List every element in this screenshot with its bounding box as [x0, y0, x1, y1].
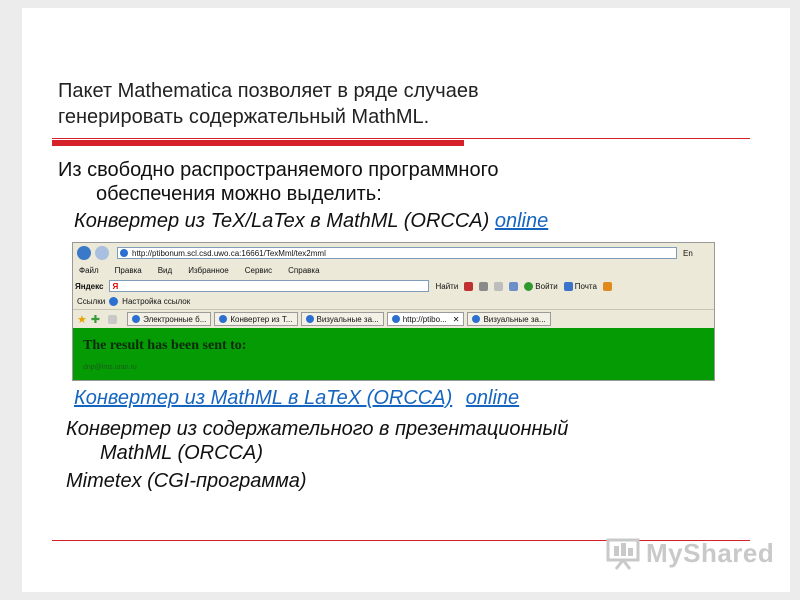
result-message: The result has been sent to: — [83, 338, 247, 353]
menu-help[interactable]: Справка — [288, 266, 319, 275]
tab-bar: ★ ✚ Электронные б... Конвертер из T... В… — [73, 309, 714, 328]
list-item-tex-converter: Конвертер из TeX/LaTex в MathML (ORCCA) … — [74, 209, 548, 233]
yandex-label: Яндекс — [75, 281, 104, 291]
menu-tools[interactable]: Сервис — [245, 266, 272, 275]
tab-4-label: http://ptibo... — [402, 314, 447, 324]
address-field[interactable]: http://ptibonum.scl.csd.uwo.ca:16661/Tex… — [117, 247, 677, 259]
yandex-toolbar: Яндекс Я Найти Войти Почта — [73, 278, 714, 294]
ie-tab-icon — [472, 315, 481, 323]
ie-tab-icon — [391, 315, 400, 323]
tab-5-label: Визуальные за... — [483, 314, 546, 324]
intro-line-2: обеспечения можно выделить: — [96, 183, 382, 205]
language-indicator[interactable]: En — [683, 249, 693, 258]
ie-tab-icon — [305, 315, 314, 323]
tab-grid-icon[interactable] — [108, 314, 118, 324]
item3-line-2: MathML (ORCCA) — [100, 442, 263, 464]
page-content: The result has been sent to: dnp@ims.ura… — [73, 328, 714, 380]
ie-tab-icon — [132, 315, 141, 323]
slide-frame-right — [790, 0, 800, 600]
login-icon — [524, 281, 534, 291]
slide-frame-top — [0, 0, 800, 8]
list-item-mathml-to-latex: Конвертер из MathML в LaTeX (ORCCA) onli… — [74, 386, 519, 410]
slide-title: Пакет Mathematica позволяет в ряде случа… — [58, 78, 479, 130]
ie-icon — [109, 296, 119, 306]
menu-favorites[interactable]: Избранное — [188, 266, 229, 275]
list-item-mimetex: Mimetex (CGI-программа) — [66, 469, 307, 493]
chat-icon[interactable] — [494, 281, 504, 291]
menu-bar: Файл Правка Вид Избранное Сервис Справка — [73, 263, 714, 277]
yandex-mail-button[interactable]: Почта — [575, 282, 597, 291]
address-text: http://ptibonum.scl.csd.uwo.ca:16661/Tex… — [132, 248, 326, 258]
tab-3-label: Визуальные за... — [316, 314, 379, 324]
back-button[interactable] — [77, 246, 91, 260]
tab-3[interactable]: Визуальные за... — [300, 312, 384, 326]
yandex-input-value: Я — [112, 281, 119, 291]
intro-text: Из свободно распространяемого программно… — [58, 158, 499, 206]
tab-1[interactable]: Электронные б... — [127, 312, 212, 326]
tab-5[interactable]: Визуальные за... — [467, 312, 551, 326]
yandex-find-button[interactable]: Найти — [435, 282, 458, 291]
tab-2[interactable]: Конвертер из T... — [214, 312, 298, 326]
mail-icon — [563, 281, 573, 291]
tool-icon[interactable] — [602, 281, 612, 291]
item1-online-link[interactable]: online — [495, 210, 548, 232]
forward-button[interactable] — [95, 246, 109, 260]
ie-tab-icon — [219, 315, 228, 323]
logo-text: MyShared — [646, 537, 775, 568]
close-tab-icon[interactable]: ✕ — [453, 315, 460, 324]
menu-view[interactable]: Вид — [158, 266, 172, 275]
result-email: dnp@ims.uran.ru — [83, 364, 137, 371]
item1-label: Конвертер из TeX/LaTex в MathML (ORCCA) — [74, 210, 490, 232]
intro-line-1: Из свободно распространяемого программно… — [58, 159, 499, 181]
page-icon — [120, 249, 128, 257]
slide-frame-left — [0, 0, 22, 600]
item2-online-link[interactable]: online — [466, 387, 519, 409]
item2-converter-link[interactable]: Конвертер из MathML в LaTeX (ORCCA) — [74, 387, 452, 409]
title-accent-bar — [52, 140, 464, 146]
yandex-login-button[interactable]: Войти — [535, 282, 557, 291]
menu-edit[interactable]: Правка — [115, 266, 142, 275]
add-favorite-icon[interactable]: ✚ — [91, 313, 100, 326]
links-bar: Ссылки Настройка ссылок — [73, 295, 714, 307]
item4-label: Mimetex (CGI-программа) — [66, 470, 307, 492]
signal-icon[interactable] — [479, 281, 489, 291]
links-setup-link[interactable]: Настройка ссылок — [122, 297, 190, 306]
slide-frame-bottom — [0, 592, 800, 600]
list-item-content-to-presentation: Конвертер из содержательного в презентац… — [66, 417, 568, 465]
item3-line-1: Конвертер из содержательного в презентац… — [66, 418, 569, 440]
myshared-logo: MyShared — [606, 536, 774, 570]
tab-1-label: Электронные б... — [143, 314, 207, 324]
favorites-star-icon[interactable]: ★ — [77, 313, 87, 326]
address-bar-row: http://ptibonum.scl.csd.uwo.ca:16661/Tex… — [73, 245, 714, 261]
yandex-search-input[interactable]: Я — [109, 280, 430, 292]
tab-2-label: Конвертер из T... — [230, 314, 293, 324]
menu-file[interactable]: Файл — [79, 266, 99, 275]
title-divider-line — [52, 138, 750, 139]
links-label: Ссылки — [77, 296, 106, 306]
pen-icon[interactable] — [464, 281, 474, 291]
title-line-1: Пакет Mathematica позволяет в ряде случа… — [58, 80, 479, 102]
browser-screenshot: http://ptibonum.scl.csd.uwo.ca:16661/Tex… — [72, 242, 715, 381]
tab-4-active[interactable]: http://ptibo... ✕ — [386, 312, 465, 326]
check-icon[interactable] — [509, 281, 519, 291]
title-line-2: генерировать содержательный MathML. — [58, 106, 430, 128]
presentation-board-icon — [606, 538, 640, 570]
